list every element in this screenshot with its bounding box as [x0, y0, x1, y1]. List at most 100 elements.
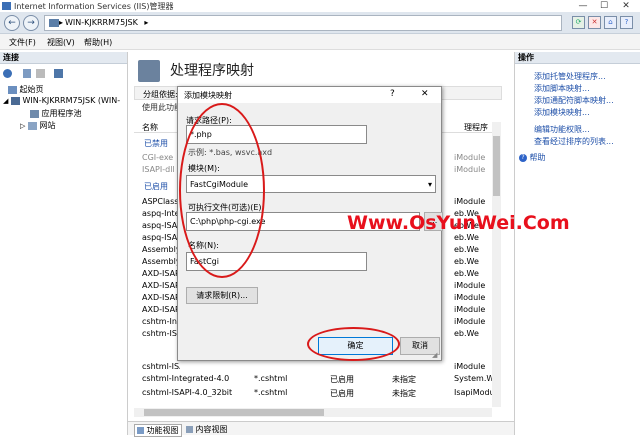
- tab-content-view[interactable]: 内容视图: [184, 424, 230, 435]
- features-view-icon: [137, 427, 144, 434]
- connect-server-icon[interactable]: [54, 69, 63, 78]
- row-handler: iModule: [454, 317, 486, 326]
- actions-panel: 操作 添加托管处理程序... 添加脚本映射... 添加通配符脚本映射... 添加…: [514, 52, 640, 435]
- expand-icon: ▷: [20, 122, 26, 130]
- table-row[interactable]: cshtml-ISAPI-4.0_64bit iModule: [134, 361, 492, 373]
- row-name: ASPClassic: [142, 197, 180, 206]
- row-handler: eb.We: [454, 269, 479, 278]
- row-handler: iModule: [454, 153, 486, 162]
- maximize-button[interactable]: ☐: [596, 0, 612, 12]
- menu-help[interactable]: 帮助(H): [84, 37, 112, 48]
- connections-header: 连接: [0, 52, 127, 64]
- start-page-icon: [8, 85, 17, 94]
- action-add-wildcard-script-map[interactable]: 添加通配符脚本映射...: [534, 95, 614, 106]
- annotation-oval-fields: [179, 103, 265, 278]
- tree-app-pools[interactable]: 应用程序池: [30, 108, 82, 119]
- close-button[interactable]: ✕: [618, 0, 634, 12]
- path-arrow-icon: ▸: [59, 18, 64, 27]
- row-name: aspq-Integ: [142, 209, 180, 218]
- iis-app-icon: [2, 2, 11, 10]
- row-name: cshtml-ISAPI-4.0_32bit: [142, 388, 233, 397]
- scrollbar-thumb[interactable]: [493, 136, 500, 196]
- back-button[interactable]: ←: [4, 15, 20, 31]
- tab-label: 内容视图: [195, 425, 228, 434]
- row-name: AXD-ISAPI: [142, 281, 180, 290]
- horizontal-scrollbar[interactable]: [134, 408, 492, 417]
- actions-header: 操作: [515, 52, 640, 64]
- row-handler: iModule: [454, 362, 486, 371]
- col-handler[interactable]: 理程序: [464, 122, 488, 133]
- row-name: Assembly: [142, 257, 180, 266]
- sites-icon: [27, 121, 37, 130]
- connect-icon[interactable]: [3, 69, 12, 78]
- title-bar: Internet Information Services (IIS)管理器 —…: [0, 0, 640, 12]
- dialog-title: 添加模块映射: [184, 91, 232, 100]
- row-name: AXD-ISAPI: [142, 293, 180, 302]
- group-by-label[interactable]: 分组依据:: [143, 89, 178, 100]
- action-add-script-map[interactable]: 添加脚本映射...: [534, 83, 590, 94]
- row-name: Assembly: [142, 245, 180, 254]
- action-label: 帮助: [529, 153, 546, 162]
- minimize-button[interactable]: —: [575, 0, 591, 12]
- chevron-down-icon: ▾: [427, 180, 432, 189]
- vertical-scrollbar[interactable]: [492, 122, 501, 407]
- collapse-icon: ◢: [3, 97, 9, 105]
- save-icon[interactable]: [23, 69, 31, 78]
- refresh-icon[interactable]: ⟳: [572, 16, 585, 29]
- row-path: *.cshtml: [254, 388, 288, 397]
- table-row[interactable]: cshtml-Integrated-4.0 *.cshtml 已启用 未指定 S…: [134, 373, 494, 385]
- row-handler: iModule: [454, 165, 486, 174]
- row-name: AXD-ISAPI: [142, 305, 180, 314]
- h-scrollbar-thumb[interactable]: [144, 409, 324, 416]
- info-text: 使用此功能: [142, 103, 182, 112]
- row-name: AXD-ISAPI: [142, 269, 180, 278]
- connections-toolbar: [3, 68, 123, 80]
- resize-grip-icon[interactable]: ◢: [432, 351, 440, 359]
- tree-start-page[interactable]: 起始页: [8, 84, 44, 95]
- server-icon: [10, 96, 20, 105]
- window-title: Internet Information Services (IIS)管理器: [14, 2, 174, 11]
- tree-label: 网站: [39, 121, 56, 130]
- row-handler: eb.We: [454, 257, 479, 266]
- menu-file[interactable]: 文件(F): [9, 37, 36, 48]
- address-path[interactable]: ▸ WIN-KJKRRM75JSK ▸: [44, 15, 562, 31]
- dialog-close-button[interactable]: ✕: [421, 89, 429, 99]
- tree-server[interactable]: ◢ WIN-KJKRRM75JSK (WIN-: [3, 96, 127, 105]
- tab-label: 功能视图: [146, 426, 179, 435]
- col-name[interactable]: 名称: [142, 122, 158, 133]
- action-help[interactable]: ? 帮助: [519, 152, 546, 163]
- table-row[interactable]: cshtml-ISAPI-4.0_32bit *.cshtml 已启用 未指定 …: [134, 387, 494, 399]
- tree-sites[interactable]: ▷ 网站: [20, 120, 55, 131]
- group-disabled: 已禁用: [144, 139, 168, 148]
- forward-button[interactable]: →: [23, 15, 39, 31]
- dialog-help-button[interactable]: ?: [390, 89, 395, 99]
- request-restrictions-button[interactable]: 请求限制(R)...: [186, 287, 258, 304]
- row-name: cshtm-Inte: [142, 317, 180, 326]
- tree-label: 起始页: [19, 85, 44, 94]
- home-icon[interactable]: ⌂: [604, 16, 617, 29]
- row-type: 未指定: [392, 375, 416, 384]
- app-pools-icon: [30, 109, 39, 118]
- content-view-icon: [186, 426, 193, 433]
- action-add-managed-handler[interactable]: 添加托管处理程序...: [534, 71, 606, 82]
- help-circle-icon: ?: [519, 153, 527, 162]
- tree-label: 应用程序池: [41, 109, 82, 118]
- action-view-ordered-list[interactable]: 查看经过排序的列表...: [534, 136, 614, 147]
- row-handler: iModule: [454, 305, 486, 314]
- stop-icon[interactable]: ✕: [588, 16, 601, 29]
- row-name: aspq-ISAPI: [142, 221, 180, 230]
- tab-features-view[interactable]: 功能视图: [134, 424, 182, 437]
- help-icon[interactable]: ?: [620, 16, 633, 29]
- action-add-module-map[interactable]: 添加模块映射...: [534, 107, 590, 118]
- path-chevron-icon: ▸: [144, 18, 149, 27]
- action-edit-feature-permissions[interactable]: 编辑功能权限...: [534, 124, 590, 135]
- up-icon[interactable]: [36, 69, 45, 78]
- row-handler: iModule: [454, 281, 486, 290]
- dialog-title-bar: 添加模块映射 ? ✕: [178, 87, 441, 103]
- page-title: 处理程序映射: [170, 63, 254, 79]
- row-handler: eb.We: [454, 329, 479, 338]
- server-icon: [49, 19, 59, 27]
- row-handler: iModule: [454, 293, 486, 302]
- row-name: ISAPI-dll: [142, 165, 175, 174]
- menu-view[interactable]: 视图(V): [47, 37, 75, 48]
